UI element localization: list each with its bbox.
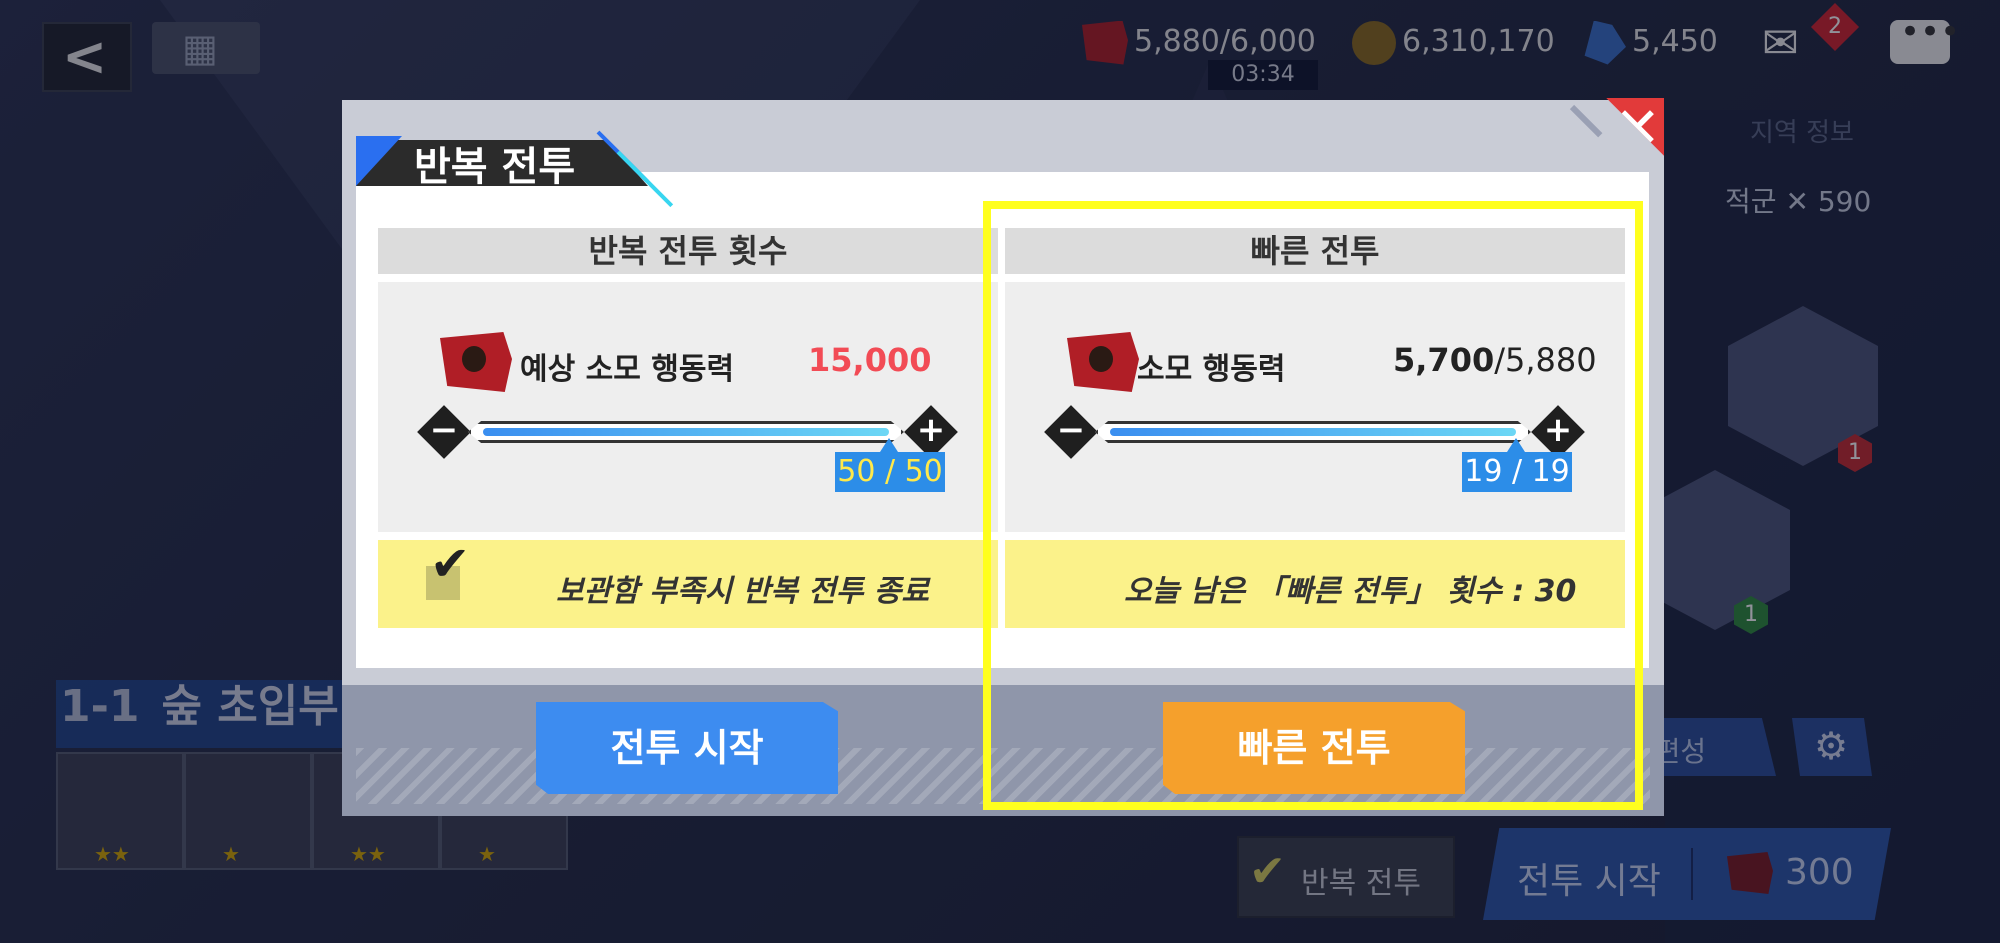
repeat-count-header: 반복 전투 횟수 (378, 228, 998, 274)
expected-ap-label: 예상 소모 행동력 (520, 352, 735, 387)
slider-fill (483, 428, 889, 436)
highlight-box (983, 201, 1643, 810)
start-battle-button[interactable]: 전투 시작 (536, 702, 838, 794)
repeat-count-slider[interactable] (468, 421, 904, 443)
checkmark-icon: ✔ (430, 536, 471, 592)
decrease-count-button[interactable]: − (417, 405, 471, 459)
repeat-count-value: 50 / 50 (835, 452, 945, 492)
plus-icon: + (916, 410, 946, 450)
repeat-count-panel (378, 282, 998, 532)
action-point-flag-icon (440, 332, 512, 392)
increase-count-button[interactable]: + (904, 405, 958, 459)
expected-ap-value: 15,000 (808, 341, 932, 379)
title-accent (356, 136, 402, 186)
modal-title: 반복 전투 (414, 144, 576, 190)
slider-knob[interactable] (880, 438, 898, 452)
minus-icon: − (429, 410, 459, 450)
stop-on-full-label: 보관함 부족시 반복 전투 종료 (556, 574, 929, 609)
